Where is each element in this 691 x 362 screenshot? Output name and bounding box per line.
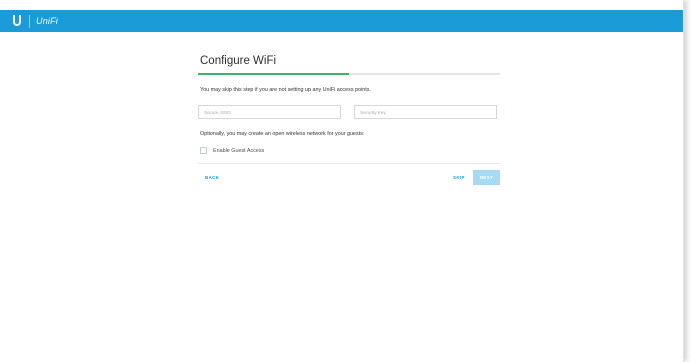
wizard-footer: BACK SKIP NEXT <box>198 170 500 187</box>
guest-network-description: Optionally, you may create an open wirel… <box>200 131 365 137</box>
ubiquiti-u-logo-icon <box>13 15 21 26</box>
skip-button[interactable]: SKIP <box>453 175 465 180</box>
brand-name: UniFi <box>36 16 59 26</box>
wizard-progress-bar <box>198 73 500 75</box>
logo-separator <box>29 14 30 28</box>
guest-access-row[interactable]: Enable Guest Access <box>198 147 500 154</box>
next-button[interactable]: NEXT <box>473 170 500 185</box>
page-title: Configure WiFi <box>200 55 277 67</box>
wizard-progress-fill <box>198 73 349 75</box>
ssid-input[interactable] <box>198 105 341 119</box>
wifi-fields <box>198 105 500 119</box>
app-window: UniFi Configure WiFi You may skip this s… <box>0 0 684 362</box>
security-key-input[interactable] <box>354 105 497 119</box>
guest-access-label[interactable]: Enable Guest Access <box>213 148 264 154</box>
back-button[interactable]: BACK <box>205 175 219 180</box>
skip-description: You may skip this step if you are not se… <box>200 87 371 93</box>
guest-access-checkbox[interactable] <box>200 147 207 154</box>
footer-divider <box>198 163 500 164</box>
configure-wifi-panel: Configure WiFi You may skip this step if… <box>198 55 500 187</box>
top-bar: UniFi <box>0 10 683 32</box>
